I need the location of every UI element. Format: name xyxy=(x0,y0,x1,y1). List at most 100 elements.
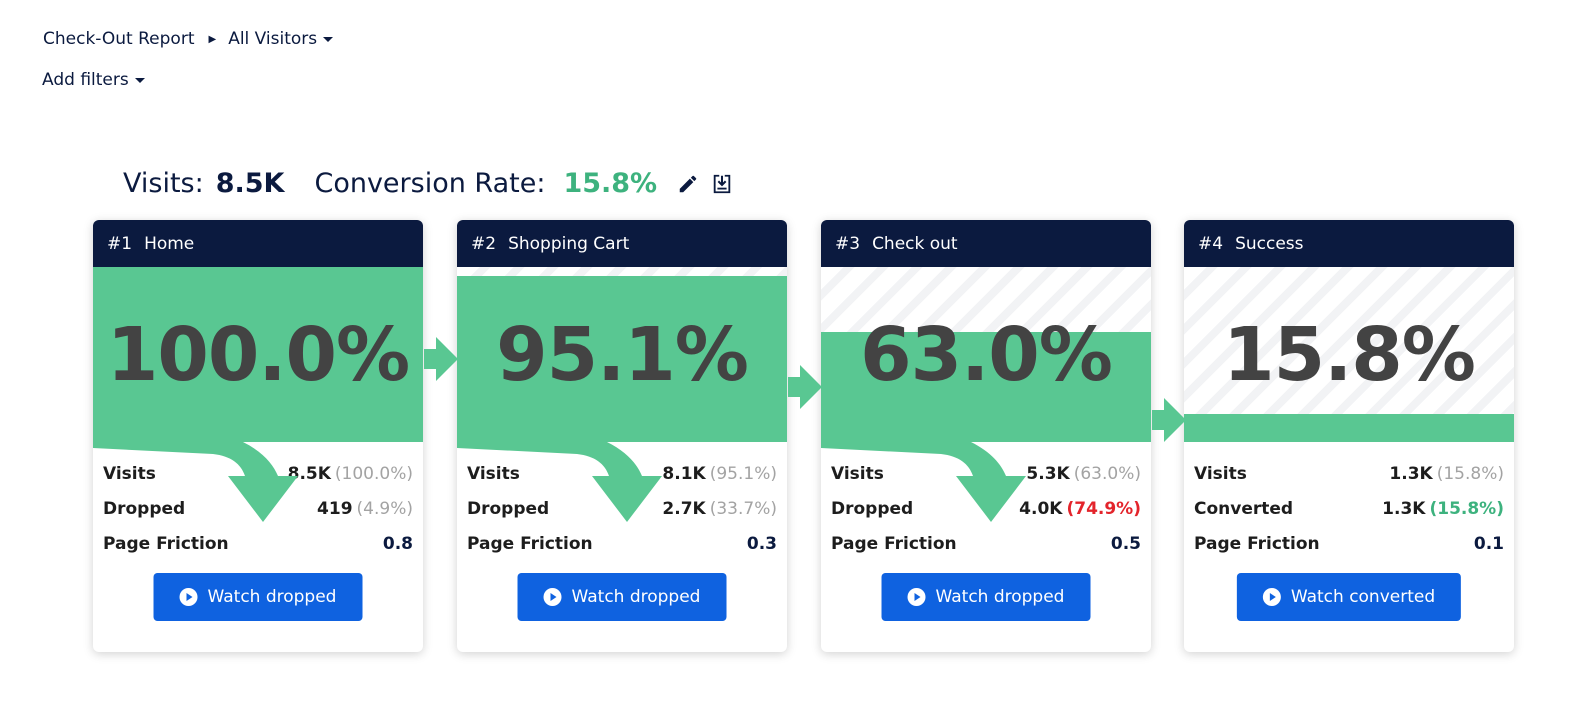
watch-recordings-button[interactable]: Watch dropped xyxy=(153,573,363,621)
stat-row-page-friction: Page Friction 0.1 xyxy=(1194,526,1504,561)
stat-value: 4.0K xyxy=(1019,498,1063,519)
add-filters-label: Add filters xyxy=(42,70,129,90)
step-number: #4 xyxy=(1198,233,1224,254)
stat-value-group: 0.3 xyxy=(747,534,777,554)
watch-recordings-button[interactable]: Watch converted xyxy=(1236,573,1462,621)
stat-label: Dropped xyxy=(103,498,186,519)
stat-row-dropped: Dropped 4.0K (74.9%) xyxy=(831,491,1141,526)
step-name: Home xyxy=(144,233,195,254)
add-filters-dropdown[interactable]: Add filters xyxy=(42,70,145,90)
stat-value-group: 4.0K (74.9%) xyxy=(1019,499,1141,519)
stat-value: 419 xyxy=(317,498,353,519)
button-label: Watch dropped xyxy=(571,587,701,607)
stat-label: Converted xyxy=(1194,498,1294,519)
step-number: #3 xyxy=(835,233,861,254)
step-header: #3 Check out xyxy=(821,220,1151,267)
watch-recordings-button[interactable]: Watch dropped xyxy=(881,573,1091,621)
segment-label: All Visitors xyxy=(228,29,318,49)
breadcrumb-report[interactable]: Check-Out Report xyxy=(43,29,194,49)
stat-label: Dropped xyxy=(467,498,550,519)
stat-percent: (63.0%) xyxy=(1073,463,1141,484)
stat-label: Page Friction xyxy=(103,533,229,554)
step-percent: 63.0% xyxy=(860,312,1113,398)
stat-value: 0.5 xyxy=(1110,533,1141,554)
step-number: #1 xyxy=(107,233,133,254)
step-name: Shopping Cart xyxy=(508,233,630,254)
step-visualization: 95.1% xyxy=(457,267,787,442)
step-percent: 100.0% xyxy=(106,312,410,398)
stat-value-group: 1.3K (15.8%) xyxy=(1382,499,1504,519)
stat-value: 0.3 xyxy=(746,533,777,554)
stat-value-group: 2.7K (33.7%) xyxy=(662,499,777,519)
step-percent: 15.8% xyxy=(1223,312,1476,398)
visits-value: 8.5K xyxy=(215,168,285,199)
stat-row-converted: Converted 1.3K (15.8%) xyxy=(1194,491,1504,526)
stat-row-visits: Visits 8.1K (95.1%) xyxy=(467,456,777,491)
funnel-step-card-3: #3 Check out 63.0% Visits 5.3K (63.0%) Drop… xyxy=(821,220,1151,652)
stat-percent: (15.8%) xyxy=(1429,498,1504,519)
stat-percent: (33.7%) xyxy=(709,498,777,519)
funnel-step-card-1: #1 Home 100.0% Visits 8.5K (100.0%) Dropped… xyxy=(93,220,423,652)
chevron-right-icon: ▶ xyxy=(208,33,217,45)
flow-arrow-icon xyxy=(1152,398,1186,442)
step-percent: 95.1% xyxy=(496,312,749,398)
stat-value: 1.3K xyxy=(1389,463,1433,484)
stat-label: Page Friction xyxy=(1194,533,1320,554)
stat-row-page-friction: Page Friction 0.8 xyxy=(103,526,413,561)
step-name: Success xyxy=(1235,233,1304,254)
play-icon xyxy=(543,588,562,606)
stat-value-group: 0.8 xyxy=(383,534,413,554)
stat-percent: (15.8%) xyxy=(1436,463,1504,484)
stat-row-visits: Visits 1.3K (15.8%) xyxy=(1194,456,1504,491)
funnel-step-card-2: #2 Shopping Cart 95.1% Visits 8.1K (95.1%)… xyxy=(457,220,787,652)
stat-value-group: 8.1K (95.1%) xyxy=(662,464,777,484)
step-stats: Visits 1.3K (15.8%) Converted 1.3K (15.8%) Pag… xyxy=(1184,442,1514,561)
play-icon xyxy=(907,588,926,606)
funnel-step-card-4: #4 Success 15.8% Visits 1.3K (15.8%) Conver… xyxy=(1184,220,1514,652)
stat-percent: (4.9%) xyxy=(356,498,413,519)
pencil-icon[interactable] xyxy=(677,173,699,195)
step-name: Check out xyxy=(872,233,958,254)
stat-value-group: 8.5K (100.0%) xyxy=(288,464,413,484)
step-number: #2 xyxy=(471,233,497,254)
download-icon[interactable] xyxy=(711,173,733,195)
stat-row-dropped: Dropped 419 (4.9%) xyxy=(103,491,413,526)
step-header: #4 Success xyxy=(1184,220,1514,267)
stat-row-visits: Visits 5.3K (63.0%) xyxy=(831,456,1141,491)
stat-value: 1.3K xyxy=(1382,498,1426,519)
caret-down-icon xyxy=(323,36,334,42)
stat-value: 2.7K xyxy=(662,498,706,519)
stat-label: Page Friction xyxy=(831,533,957,554)
segment-dropdown[interactable]: All Visitors xyxy=(228,29,334,49)
step-visualization: 100.0% xyxy=(93,267,423,442)
step-visualization: 63.0% xyxy=(821,267,1151,442)
stat-value-group: 419 (4.9%) xyxy=(317,499,413,519)
play-icon xyxy=(1262,588,1281,606)
stat-percent: (100.0%) xyxy=(334,463,413,484)
breadcrumb: Check-Out Report ▶ All Visitors xyxy=(43,29,334,49)
stat-label: Dropped xyxy=(831,498,914,519)
stat-label: Page Friction xyxy=(467,533,593,554)
flow-arrow-icon xyxy=(424,337,458,381)
caret-down-icon xyxy=(134,77,145,83)
stat-label: Visits xyxy=(1194,463,1247,484)
watch-recordings-button[interactable]: Watch dropped xyxy=(517,573,727,621)
stat-value-group: 0.5 xyxy=(1111,534,1141,554)
step-fill-bar xyxy=(1184,414,1514,442)
stat-row-visits: Visits 8.5K (100.0%) xyxy=(103,456,413,491)
step-stats: Visits 8.5K (100.0%) Dropped 419 (4.9%) Page F… xyxy=(93,442,423,561)
stat-value-group: 5.3K (63.0%) xyxy=(1026,464,1141,484)
button-label: Watch dropped xyxy=(935,587,1065,607)
step-stats: Visits 8.1K (95.1%) Dropped 2.7K (33.7%) Page … xyxy=(457,442,787,561)
step-stats: Visits 5.3K (63.0%) Dropped 4.0K (74.9%) Page … xyxy=(821,442,1151,561)
stat-value-group: 1.3K (15.8%) xyxy=(1389,464,1504,484)
stat-row-dropped: Dropped 2.7K (33.7%) xyxy=(467,491,777,526)
flow-arrow-icon xyxy=(788,365,822,409)
play-icon xyxy=(179,588,198,606)
step-header: #1 Home xyxy=(93,220,423,267)
stat-value-group: 0.1 xyxy=(1474,534,1504,554)
button-label: Watch converted xyxy=(1290,587,1436,607)
stat-value: 0.1 xyxy=(1473,533,1504,554)
funnel-summary: Visits: 8.5K Conversion Rate: 15.8% xyxy=(123,168,733,199)
stat-value: 8.1K xyxy=(662,463,706,484)
